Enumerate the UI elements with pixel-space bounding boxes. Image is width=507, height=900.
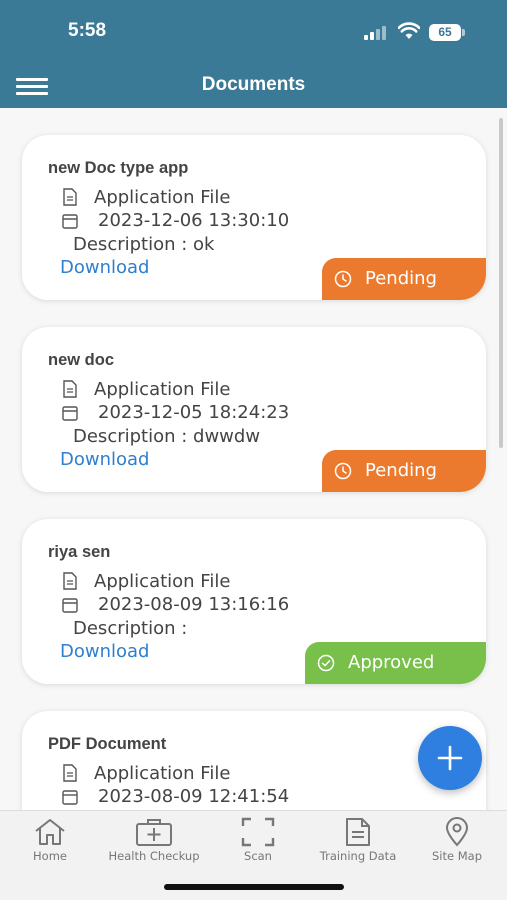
home-indicator[interactable] xyxy=(164,884,344,890)
file-icon xyxy=(63,380,77,398)
tab-label: Training Data xyxy=(319,849,397,863)
document-description: Description : xyxy=(73,618,188,639)
document-date: 2023-12-05 18:24:23 xyxy=(98,402,290,423)
clock-icon xyxy=(334,462,352,480)
status-bar: 5:58 65 xyxy=(0,0,507,64)
tab-label: Health Checkup xyxy=(108,849,200,863)
status-badge: Pending xyxy=(322,450,486,492)
tab-home[interactable]: Home xyxy=(20,811,80,871)
file-type: Application File xyxy=(94,379,231,400)
status-label: Approved xyxy=(348,652,435,673)
document-title: new Doc type app xyxy=(48,159,189,177)
document-date: 2023-08-09 13:16:16 xyxy=(98,594,290,615)
status-label: Pending xyxy=(365,460,437,481)
file-type: Application File xyxy=(94,571,231,592)
calendar-icon xyxy=(62,214,78,229)
download-link[interactable]: Download xyxy=(60,257,149,278)
tab-training-data[interactable]: Training Data xyxy=(310,811,406,871)
tab-scan[interactable]: Scan xyxy=(228,811,288,871)
app-header: 5:58 65 Documents xyxy=(0,0,507,108)
battery-icon: 65 xyxy=(429,24,465,41)
documents-list[interactable]: new Doc type app Application File 2023-1… xyxy=(0,108,507,810)
calendar-icon xyxy=(62,406,78,421)
scrollbar[interactable] xyxy=(499,118,503,448)
calendar-icon xyxy=(62,790,78,805)
document-date: 2023-12-06 13:30:10 xyxy=(98,210,290,231)
battery-level: 65 xyxy=(429,24,461,41)
tab-health-checkup[interactable]: Health Checkup xyxy=(100,811,208,871)
plus-icon xyxy=(437,745,463,771)
download-link[interactable]: Download xyxy=(60,641,149,662)
document-card[interactable]: PDF Document Application File 2023-08-09… xyxy=(22,711,486,810)
file-icon xyxy=(63,764,77,782)
tab-label: Scan xyxy=(244,849,272,863)
clock-icon xyxy=(334,270,352,288)
tab-label: Home xyxy=(33,849,67,863)
check-circle-icon xyxy=(317,654,335,672)
scan-icon xyxy=(241,817,275,847)
tab-site-map[interactable]: Site Map xyxy=(424,811,490,871)
wifi-icon xyxy=(398,22,420,39)
file-type: Application File xyxy=(94,763,231,784)
cellular-signal-icon xyxy=(364,26,390,40)
document-card[interactable]: riya sen Application File 2023-08-09 13:… xyxy=(22,519,486,684)
document-title: new doc xyxy=(48,351,115,369)
file-type: Application File xyxy=(94,187,231,208)
status-badge: Pending xyxy=(322,258,486,300)
document-description: Description : ok xyxy=(73,234,215,255)
tab-label: Site Map xyxy=(431,849,482,863)
page-title: Documents xyxy=(201,74,306,95)
document-date: 2023-08-09 12:41:54 xyxy=(98,786,290,807)
status-label: Pending xyxy=(365,268,437,289)
document-title: PDF Document xyxy=(48,735,167,753)
add-document-button[interactable] xyxy=(418,726,482,790)
file-icon xyxy=(63,572,77,590)
document-card[interactable]: new doc Application File 2023-12-05 18:2… xyxy=(22,327,486,492)
medical-kit-icon xyxy=(136,819,172,846)
document-description: Description : dwwdw xyxy=(73,426,261,447)
home-icon xyxy=(35,819,65,845)
status-time: 5:58 xyxy=(68,20,107,41)
document-title: riya sen xyxy=(48,543,111,561)
document-icon xyxy=(346,818,370,846)
file-icon xyxy=(63,188,77,206)
download-link[interactable]: Download xyxy=(60,449,149,470)
calendar-icon xyxy=(62,598,78,613)
map-pin-icon xyxy=(445,817,469,847)
document-card[interactable]: new Doc type app Application File 2023-1… xyxy=(22,135,486,300)
status-badge: Approved xyxy=(305,642,486,684)
